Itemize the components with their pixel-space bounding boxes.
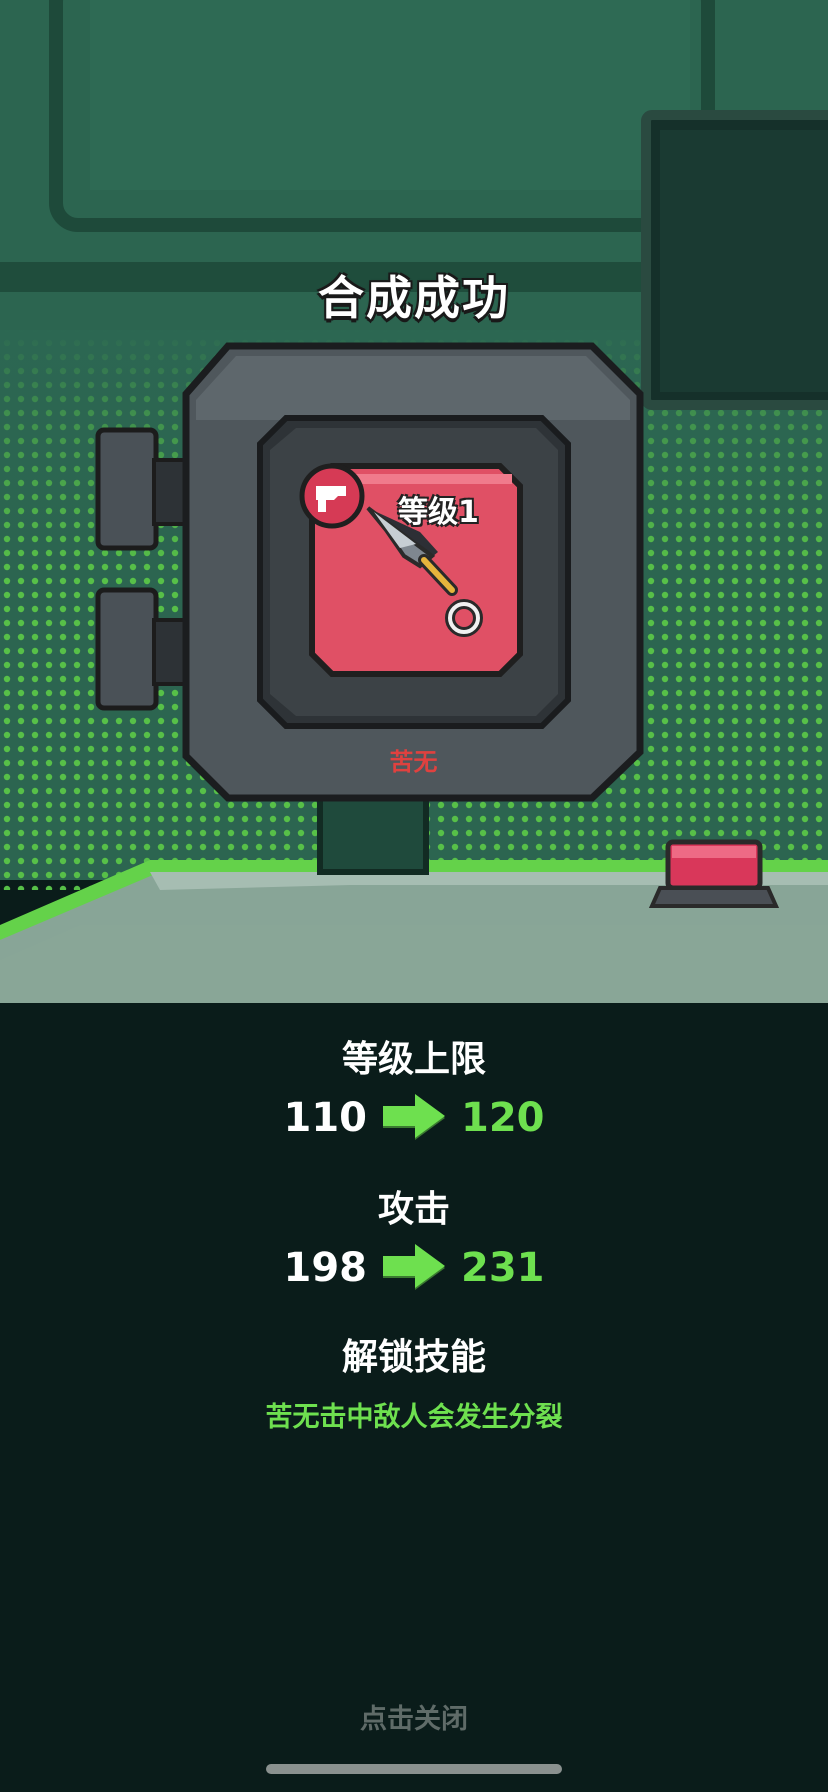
unlock-skill-text: 苦无击中敌人会发生分裂 xyxy=(265,1402,563,1433)
level-cap-row: 110 120 xyxy=(0,1094,828,1142)
attack-row: 198 231 xyxy=(0,1244,828,1292)
level-cap-to: 120 xyxy=(461,1095,545,1141)
pistol-icon xyxy=(299,463,365,529)
attack-from: 198 xyxy=(283,1245,368,1291)
level-cap-from: 110 xyxy=(283,1095,368,1141)
reward-scene: 合成成功 等级1 苦无 xyxy=(0,0,828,1003)
unlock-skill-label: 解锁技能 xyxy=(341,1337,486,1378)
item-level-label: 等级1 xyxy=(398,495,479,530)
level-cap-label: 等级上限 xyxy=(341,1039,486,1080)
page-title: 合成成功 xyxy=(318,271,510,325)
item-name: 苦无 xyxy=(389,748,438,776)
arrow-right-icon xyxy=(383,1244,445,1290)
attack-label: 攻击 xyxy=(377,1189,450,1230)
arrow-right-icon xyxy=(383,1094,445,1140)
attack-to: 231 xyxy=(461,1245,545,1291)
home-indicator[interactable] xyxy=(266,1764,562,1774)
tap-to-close-button[interactable]: 点击关闭 xyxy=(0,1697,828,1736)
